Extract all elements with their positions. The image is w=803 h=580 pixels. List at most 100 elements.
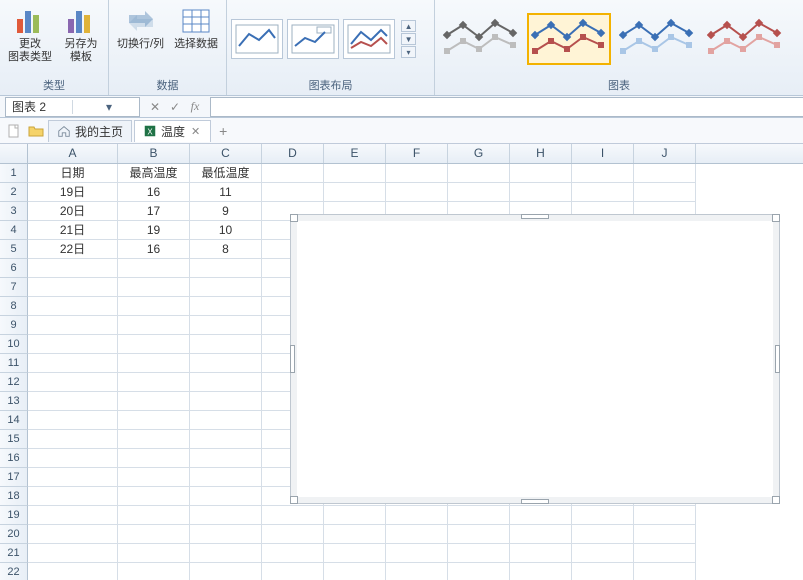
cell[interactable] bbox=[262, 164, 324, 183]
row-header[interactable]: 20 bbox=[0, 525, 28, 544]
cell[interactable] bbox=[448, 183, 510, 202]
cell[interactable]: 日期 bbox=[28, 164, 118, 183]
row-header[interactable]: 9 bbox=[0, 316, 28, 335]
cell[interactable] bbox=[386, 563, 448, 580]
cell[interactable] bbox=[190, 506, 262, 525]
cell[interactable] bbox=[118, 373, 190, 392]
cell[interactable] bbox=[510, 506, 572, 525]
cell[interactable] bbox=[634, 563, 696, 580]
column-header[interactable]: G bbox=[448, 144, 510, 163]
cell[interactable] bbox=[118, 525, 190, 544]
cell[interactable] bbox=[262, 525, 324, 544]
cell[interactable] bbox=[324, 506, 386, 525]
cell[interactable] bbox=[448, 164, 510, 183]
cell[interactable] bbox=[386, 506, 448, 525]
column-header[interactable]: A bbox=[28, 144, 118, 163]
cell[interactable] bbox=[634, 164, 696, 183]
cell[interactable] bbox=[324, 525, 386, 544]
cell[interactable] bbox=[634, 544, 696, 563]
cell[interactable] bbox=[572, 525, 634, 544]
cell[interactable] bbox=[190, 430, 262, 449]
cell[interactable]: 19 bbox=[118, 221, 190, 240]
cell[interactable] bbox=[118, 411, 190, 430]
cell[interactable] bbox=[510, 525, 572, 544]
resize-handle[interactable] bbox=[775, 345, 780, 373]
cell[interactable] bbox=[262, 183, 324, 202]
cell[interactable] bbox=[572, 506, 634, 525]
cell[interactable] bbox=[572, 563, 634, 580]
resize-handle[interactable] bbox=[290, 214, 298, 222]
cell[interactable] bbox=[118, 430, 190, 449]
cell[interactable]: 16 bbox=[118, 183, 190, 202]
row-header[interactable]: 3 bbox=[0, 202, 28, 221]
cell[interactable] bbox=[190, 259, 262, 278]
cell[interactable] bbox=[510, 183, 572, 202]
switch-row-col-button[interactable]: 切换行/列 bbox=[113, 2, 168, 54]
cell[interactable] bbox=[190, 392, 262, 411]
select-data-button[interactable]: 选择数据 bbox=[170, 2, 222, 54]
row-header[interactable]: 11 bbox=[0, 354, 28, 373]
layout-scroll-down[interactable]: ▼ bbox=[401, 33, 416, 45]
cell[interactable] bbox=[28, 297, 118, 316]
column-header[interactable]: D bbox=[262, 144, 324, 163]
cell[interactable] bbox=[510, 164, 572, 183]
cell[interactable] bbox=[118, 278, 190, 297]
close-icon[interactable]: ✕ bbox=[189, 125, 202, 138]
cell[interactable] bbox=[190, 335, 262, 354]
cell[interactable] bbox=[324, 563, 386, 580]
cell[interactable]: 10 bbox=[190, 221, 262, 240]
row-header[interactable]: 1 bbox=[0, 164, 28, 183]
cell[interactable] bbox=[28, 449, 118, 468]
resize-handle[interactable] bbox=[772, 496, 780, 504]
formula-input[interactable] bbox=[210, 97, 803, 117]
layout-scroll-up[interactable]: ▲ bbox=[401, 20, 416, 32]
tab-temperature[interactable]: X 温度 ✕ bbox=[134, 120, 211, 142]
cell[interactable] bbox=[634, 525, 696, 544]
cell[interactable]: 21日 bbox=[28, 221, 118, 240]
cell[interactable] bbox=[572, 544, 634, 563]
chart-object[interactable] bbox=[290, 214, 780, 504]
cell[interactable] bbox=[28, 278, 118, 297]
resize-handle[interactable] bbox=[521, 499, 549, 504]
resize-handle[interactable] bbox=[772, 214, 780, 222]
cell[interactable] bbox=[28, 487, 118, 506]
cell[interactable]: 22日 bbox=[28, 240, 118, 259]
cell[interactable] bbox=[572, 183, 634, 202]
cell[interactable] bbox=[28, 316, 118, 335]
chart-layout-1[interactable] bbox=[231, 19, 283, 59]
cell[interactable] bbox=[634, 183, 696, 202]
cell[interactable] bbox=[28, 525, 118, 544]
cell[interactable] bbox=[386, 164, 448, 183]
fx-button[interactable]: fx bbox=[186, 98, 204, 116]
cell[interactable] bbox=[190, 544, 262, 563]
row-header[interactable]: 10 bbox=[0, 335, 28, 354]
cell[interactable] bbox=[28, 430, 118, 449]
resize-handle[interactable] bbox=[521, 214, 549, 219]
cell[interactable] bbox=[118, 297, 190, 316]
cell[interactable] bbox=[190, 468, 262, 487]
select-all-corner[interactable] bbox=[0, 144, 28, 163]
column-header[interactable]: E bbox=[324, 144, 386, 163]
cell[interactable] bbox=[28, 354, 118, 373]
chart-layout-3[interactable] bbox=[343, 19, 395, 59]
new-doc-icon[interactable] bbox=[4, 121, 24, 141]
chart-style-2[interactable] bbox=[527, 13, 611, 65]
cell[interactable] bbox=[118, 506, 190, 525]
name-box[interactable]: 图表 2 ▾ bbox=[5, 97, 140, 117]
row-header[interactable]: 16 bbox=[0, 449, 28, 468]
cell[interactable] bbox=[118, 392, 190, 411]
column-header[interactable]: F bbox=[386, 144, 448, 163]
cell[interactable] bbox=[118, 487, 190, 506]
row-header[interactable]: 2 bbox=[0, 183, 28, 202]
cell[interactable] bbox=[190, 487, 262, 506]
cell[interactable] bbox=[448, 544, 510, 563]
cell[interactable] bbox=[28, 259, 118, 278]
cell[interactable] bbox=[28, 544, 118, 563]
row-header[interactable]: 8 bbox=[0, 297, 28, 316]
cell[interactable] bbox=[262, 544, 324, 563]
cell[interactable] bbox=[324, 183, 386, 202]
cell[interactable] bbox=[118, 544, 190, 563]
cell[interactable] bbox=[28, 335, 118, 354]
row-header[interactable]: 4 bbox=[0, 221, 28, 240]
add-tab-button[interactable]: + bbox=[213, 121, 233, 141]
